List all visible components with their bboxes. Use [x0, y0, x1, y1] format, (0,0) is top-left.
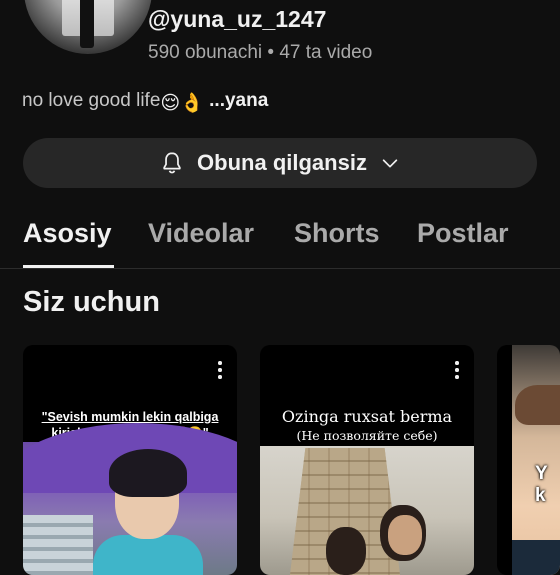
tab-shorts[interactable]: Shorts: [294, 218, 380, 249]
tab-videolar[interactable]: Videolar: [148, 218, 254, 249]
thumbnail-hair: [109, 449, 187, 497]
tabs-divider: [0, 268, 560, 269]
bell-icon: [163, 152, 181, 174]
stats-separator: •: [267, 42, 275, 63]
thumbnail-face: [388, 515, 422, 555]
section-title: Siz uchun: [23, 286, 160, 318]
bio-emojis: 😌👌: [160, 93, 204, 114]
subscribed-button[interactable]: Obuna qilgansiz: [23, 138, 537, 188]
channel-avatar[interactable]: [24, 0, 152, 54]
card-overlay-text: Y k: [535, 463, 548, 507]
thumbnail-shirt: [93, 535, 203, 575]
short-card[interactable]: "Sevish mumkin lekin qalbiga kirish mumk…: [23, 345, 237, 575]
thumbnail-person: [326, 527, 366, 575]
bio-text: no love good life: [22, 90, 161, 111]
card-title: Ozinga ruxsat berma: [281, 407, 453, 426]
subscriber-count: 590 obunachi: [148, 42, 263, 63]
thumbnail-hair: [515, 385, 560, 425]
channel-stats: 590 obunachi • 47 ta video: [148, 42, 372, 64]
short-card[interactable]: Y k: [497, 345, 560, 575]
card-overlay-line: k: [535, 485, 546, 506]
thumbnail-stairs: [23, 515, 93, 575]
chevron-down-icon: [382, 159, 398, 168]
more-options-icon[interactable]: [449, 359, 465, 381]
channel-handle: @yuna_uz_1247: [148, 6, 327, 32]
tab-asosiy[interactable]: Asosiy: [23, 218, 112, 249]
short-card[interactable]: Ozinga ruxsat berma (Не позволяйте себе): [260, 345, 474, 575]
card-subtitle: (Не позволяйте себе): [296, 428, 438, 443]
tab-postlar[interactable]: Postlar: [417, 218, 509, 249]
bio-more-link[interactable]: ...yana: [209, 90, 268, 111]
channel-tabs: Asosiy Videolar Shorts Postlar: [0, 210, 560, 268]
channel-bio[interactable]: no love good life😌👌 ...yana: [22, 90, 268, 115]
subscribed-label: Obuna qilgansiz: [197, 150, 367, 175]
thumbnail-collar: [512, 540, 560, 575]
more-options-icon[interactable]: [212, 359, 228, 381]
video-count: 47 ta video: [279, 42, 373, 63]
card-overlay-line: Y: [535, 463, 548, 484]
avatar-figure: [80, 0, 94, 48]
